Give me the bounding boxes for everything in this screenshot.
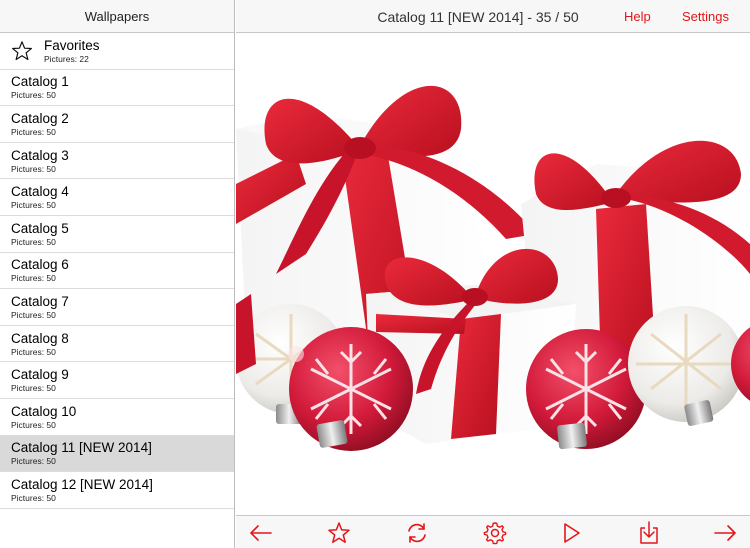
list-item-catalog-9[interactable]: Catalog 9 Pictures: 50	[0, 362, 234, 399]
list-item-count: Pictures: 22	[44, 53, 89, 64]
list-item-title: Catalog 7	[11, 293, 69, 309]
list-item-count: Pictures: 50	[11, 273, 56, 284]
list-item-catalog-5[interactable]: Catalog 5 Pictures: 50	[0, 216, 234, 253]
list-item-title: Favorites	[44, 37, 100, 53]
page-title: Catalog 11 [NEW 2014] - 35 / 50	[377, 8, 579, 25]
gear-icon	[483, 522, 507, 545]
list-item-catalog-10[interactable]: Catalog 10 Pictures: 50	[0, 399, 234, 436]
list-item-catalog-11[interactable]: Catalog 11 [NEW 2014] Pictures: 50	[0, 435, 234, 473]
list-item-catalog-12[interactable]: Catalog 12 [NEW 2014] Pictures: 50	[0, 472, 234, 509]
list-item-count: Pictures: 50	[11, 456, 56, 467]
play-icon	[564, 523, 580, 543]
settings-button[interactable]: Settings	[682, 0, 729, 33]
sidebar-header: Wallpapers	[0, 0, 234, 33]
previous-button[interactable]	[248, 520, 274, 546]
list-item-title: Catalog 8	[11, 330, 69, 346]
list-item-title: Catalog 6	[11, 257, 69, 273]
refresh-button[interactable]	[404, 520, 430, 546]
list-item-count: Pictures: 50	[11, 492, 56, 503]
list-item-favorites[interactable]: Favorites Pictures: 22	[0, 33, 234, 70]
star-icon	[328, 522, 350, 543]
list-item-title: Catalog 10	[11, 403, 77, 419]
list-item-count: Pictures: 50	[11, 309, 56, 320]
list-item-count: Pictures: 50	[11, 346, 56, 357]
list-item-title: Catalog 5	[11, 220, 69, 236]
list-item-title: Catalog 12 [NEW 2014]	[11, 476, 153, 492]
list-item-catalog-2[interactable]: Catalog 2 Pictures: 50	[0, 106, 234, 143]
download-icon	[640, 521, 658, 544]
list-item-title: Catalog 2	[11, 110, 69, 126]
list-item-count: Pictures: 50	[11, 419, 56, 430]
help-button[interactable]: Help	[624, 0, 651, 33]
list-item-catalog-3[interactable]: Catalog 3 Pictures: 50	[0, 143, 234, 180]
list-item-catalog-8[interactable]: Catalog 8 Pictures: 50	[0, 326, 234, 363]
list-item-count: Pictures: 50	[11, 126, 56, 137]
list-item-catalog-1[interactable]: Catalog 1 Pictures: 50	[0, 70, 234, 107]
refresh-icon	[408, 523, 426, 543]
sidebar-title: Wallpapers	[84, 8, 150, 24]
next-button[interactable]	[712, 520, 738, 546]
list-item-count: Pictures: 50	[11, 236, 56, 247]
arrow-left-icon	[250, 525, 272, 541]
list-item-count: Pictures: 50	[11, 90, 56, 101]
list-item-count: Pictures: 50	[11, 383, 56, 394]
list-item-catalog-7[interactable]: Catalog 7 Pictures: 50	[0, 289, 234, 326]
settings-gear-button[interactable]	[482, 520, 508, 546]
list-item-catalog-6[interactable]: Catalog 6 Pictures: 50	[0, 253, 234, 290]
top-nav-bar: Catalog 11 [NEW 2014] - 35 / 50 Help Set…	[236, 0, 750, 33]
list-item-catalog-4[interactable]: Catalog 4 Pictures: 50	[0, 179, 234, 216]
play-slideshow-button[interactable]	[558, 520, 584, 546]
favorite-button[interactable]	[326, 520, 352, 546]
list-item-title: Catalog 11 [NEW 2014]	[11, 440, 152, 456]
wallpaper-image[interactable]	[236, 34, 750, 515]
list-item-title: Catalog 9	[11, 367, 69, 383]
list-item-count: Pictures: 50	[11, 163, 56, 174]
save-download-button[interactable]	[636, 520, 662, 546]
sidebar: Wallpapers Favorites Pictures: 22 Catalo…	[0, 0, 235, 548]
bottom-toolbar	[236, 515, 750, 548]
wallpaper-christmas-gifts	[236, 34, 750, 515]
list-item-title: Catalog 1	[11, 74, 69, 90]
list-item-count: Pictures: 50	[11, 200, 56, 211]
catalog-list: Favorites Pictures: 22 Catalog 1 Picture…	[0, 33, 234, 509]
list-item-title: Catalog 4	[11, 184, 69, 200]
arrow-right-icon	[714, 525, 736, 541]
list-item-title: Catalog 3	[11, 147, 69, 163]
star-outline-icon	[12, 41, 32, 61]
